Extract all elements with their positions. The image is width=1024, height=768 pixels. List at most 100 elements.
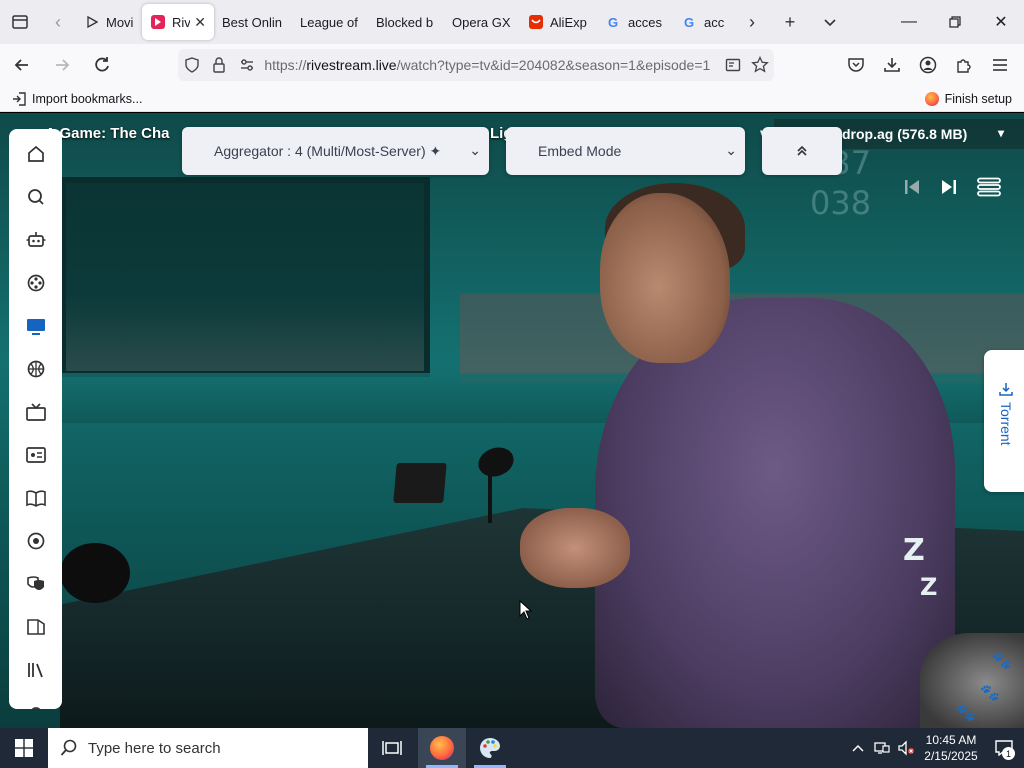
- tab-label: acces: [628, 14, 662, 30]
- action-center-button[interactable]: 1: [984, 728, 1024, 768]
- network-button[interactable]: [870, 728, 894, 768]
- firefox-icon: [924, 92, 939, 106]
- task-view-button[interactable]: [368, 728, 416, 768]
- next-episode-button[interactable]: [940, 177, 958, 197]
- google-icon: G: [606, 14, 622, 30]
- taskbar-clock[interactable]: 10:45 AM 2/15/2025: [918, 732, 984, 764]
- chevron-double-up-icon: [797, 145, 807, 156]
- video-zz-text: Z: [903, 533, 925, 568]
- forward-button[interactable]: [44, 49, 80, 81]
- nav-manga[interactable]: [9, 612, 62, 642]
- nav-movies[interactable]: [9, 268, 62, 298]
- account-button[interactable]: [910, 44, 946, 86]
- nav-anime[interactable]: [9, 569, 62, 599]
- url-text[interactable]: https://rivestream.live/watch?type=tv&id…: [264, 57, 715, 73]
- book-icon: [25, 490, 46, 507]
- back-button[interactable]: [4, 49, 40, 81]
- nav-ai[interactable]: [9, 225, 62, 255]
- close-icon[interactable]: ✕: [194, 14, 206, 31]
- new-tab-button[interactable]: +: [770, 0, 810, 44]
- nav-live-tv[interactable]: [9, 397, 62, 427]
- import-bookmarks-link[interactable]: Import bookmarks...: [12, 92, 142, 106]
- arrow-right-icon: [56, 59, 70, 71]
- search-icon: [27, 189, 44, 205]
- app-menu-button[interactable]: [982, 44, 1018, 86]
- tab-google-acc[interactable]: G acc: [674, 4, 734, 40]
- scroll-tabs-left-button[interactable]: ‹: [40, 0, 76, 44]
- torrent-label: Torrent: [998, 402, 1014, 446]
- plus-icon: +: [784, 11, 796, 32]
- nav-library[interactable]: [9, 655, 62, 685]
- aggregator-select[interactable]: Aggregator : 4 (Multi/Most-Server) ✦ ⌄: [182, 127, 489, 175]
- nav-books[interactable]: [9, 483, 62, 513]
- finish-setup-link[interactable]: Finish setup: [924, 86, 1012, 112]
- tab-aliexpress[interactable]: AliExp: [520, 4, 598, 40]
- taskbar-firefox[interactable]: [418, 728, 466, 768]
- tab-list-button[interactable]: [0, 0, 40, 44]
- live-tv-icon: [25, 403, 46, 421]
- tab-label: Best Onlin: [222, 14, 282, 30]
- tab-league-of[interactable]: League of: [292, 4, 368, 40]
- tracking-protection-button[interactable]: [178, 49, 205, 81]
- minimize-button[interactable]: —: [886, 0, 932, 44]
- source-label: drop.ag (576.8 MB): [842, 126, 968, 142]
- downloads-button[interactable]: [874, 44, 910, 86]
- tab-rivestream[interactable]: Riv ✕: [142, 4, 214, 40]
- torrent-tab[interactable]: Torrent: [984, 350, 1024, 492]
- rivestream-icon: [150, 14, 166, 30]
- close-window-button[interactable]: ✕: [978, 0, 1024, 44]
- nav-more[interactable]: [9, 698, 62, 709]
- tab-best-online[interactable]: Best Onlin: [214, 4, 292, 40]
- bookmark-star-button[interactable]: [747, 49, 774, 81]
- clock-time: 10:45 AM: [925, 733, 977, 747]
- toolbar-actions: [838, 44, 1018, 86]
- video-person-head: [600, 193, 730, 363]
- skip-previous-icon: [905, 180, 919, 194]
- collapse-controls-button[interactable]: [762, 127, 842, 175]
- scroll-tabs-right-button[interactable]: ›: [734, 0, 770, 44]
- tab-google-access[interactable]: G acces: [598, 4, 674, 40]
- site-info-button[interactable]: [205, 49, 232, 81]
- tab-list-icon: [12, 15, 28, 29]
- tab-movie[interactable]: Movie: [76, 4, 142, 40]
- video-paw-pillow: 🐾 🐾 🐾: [920, 633, 1024, 728]
- volume-button[interactable]: [894, 728, 918, 768]
- tab-opera-gx[interactable]: Opera GX: [444, 4, 520, 40]
- paint-palette-icon: [480, 738, 500, 758]
- close-icon: ✕: [994, 14, 1008, 31]
- video-microphone-left: [60, 543, 130, 603]
- show-hidden-icons-button[interactable]: [846, 728, 870, 768]
- vinyl-icon: [27, 532, 44, 550]
- play-icon: [84, 14, 100, 30]
- tab-blocked[interactable]: Blocked b: [368, 4, 444, 40]
- extensions-button[interactable]: [946, 44, 982, 86]
- video-microphone: [474, 442, 518, 482]
- nav-music[interactable]: [9, 526, 62, 556]
- start-button[interactable]: [0, 728, 48, 768]
- restore-button[interactable]: [932, 0, 978, 44]
- list-all-tabs-button[interactable]: [810, 0, 850, 44]
- video-frame[interactable]: 037 038 Z Z 🐾 🐾 🐾: [0, 113, 1024, 728]
- nav-schedule[interactable]: [9, 440, 62, 470]
- network-icon: [874, 742, 890, 754]
- nav-sports[interactable]: [9, 354, 62, 384]
- reload-button[interactable]: [84, 49, 120, 81]
- previous-episode-button[interactable]: [903, 177, 921, 197]
- embed-mode-select[interactable]: Embed Mode ⌄: [506, 127, 745, 175]
- nav-home[interactable]: [9, 139, 62, 169]
- tab-label: Blocked b: [376, 14, 434, 30]
- chevron-down-icon: ▾: [997, 126, 1004, 140]
- reader-view-button[interactable]: [719, 49, 746, 81]
- episode-list-button[interactable]: [977, 177, 1001, 197]
- taskbar-paint[interactable]: [466, 728, 514, 768]
- clock-date: 2/15/2025: [924, 749, 978, 763]
- wall-number: 038: [810, 184, 872, 222]
- tab-label: Movie: [106, 14, 134, 30]
- import-icon: [13, 91, 26, 106]
- permissions-button[interactable]: [233, 49, 260, 81]
- pocket-button[interactable]: [838, 44, 874, 86]
- nav-search[interactable]: [9, 182, 62, 212]
- nav-tv-shows[interactable]: [9, 311, 62, 341]
- address-bar[interactable]: https://rivestream.live/watch?type=tv&id…: [178, 49, 774, 81]
- taskbar-search[interactable]: Type here to search: [48, 728, 368, 768]
